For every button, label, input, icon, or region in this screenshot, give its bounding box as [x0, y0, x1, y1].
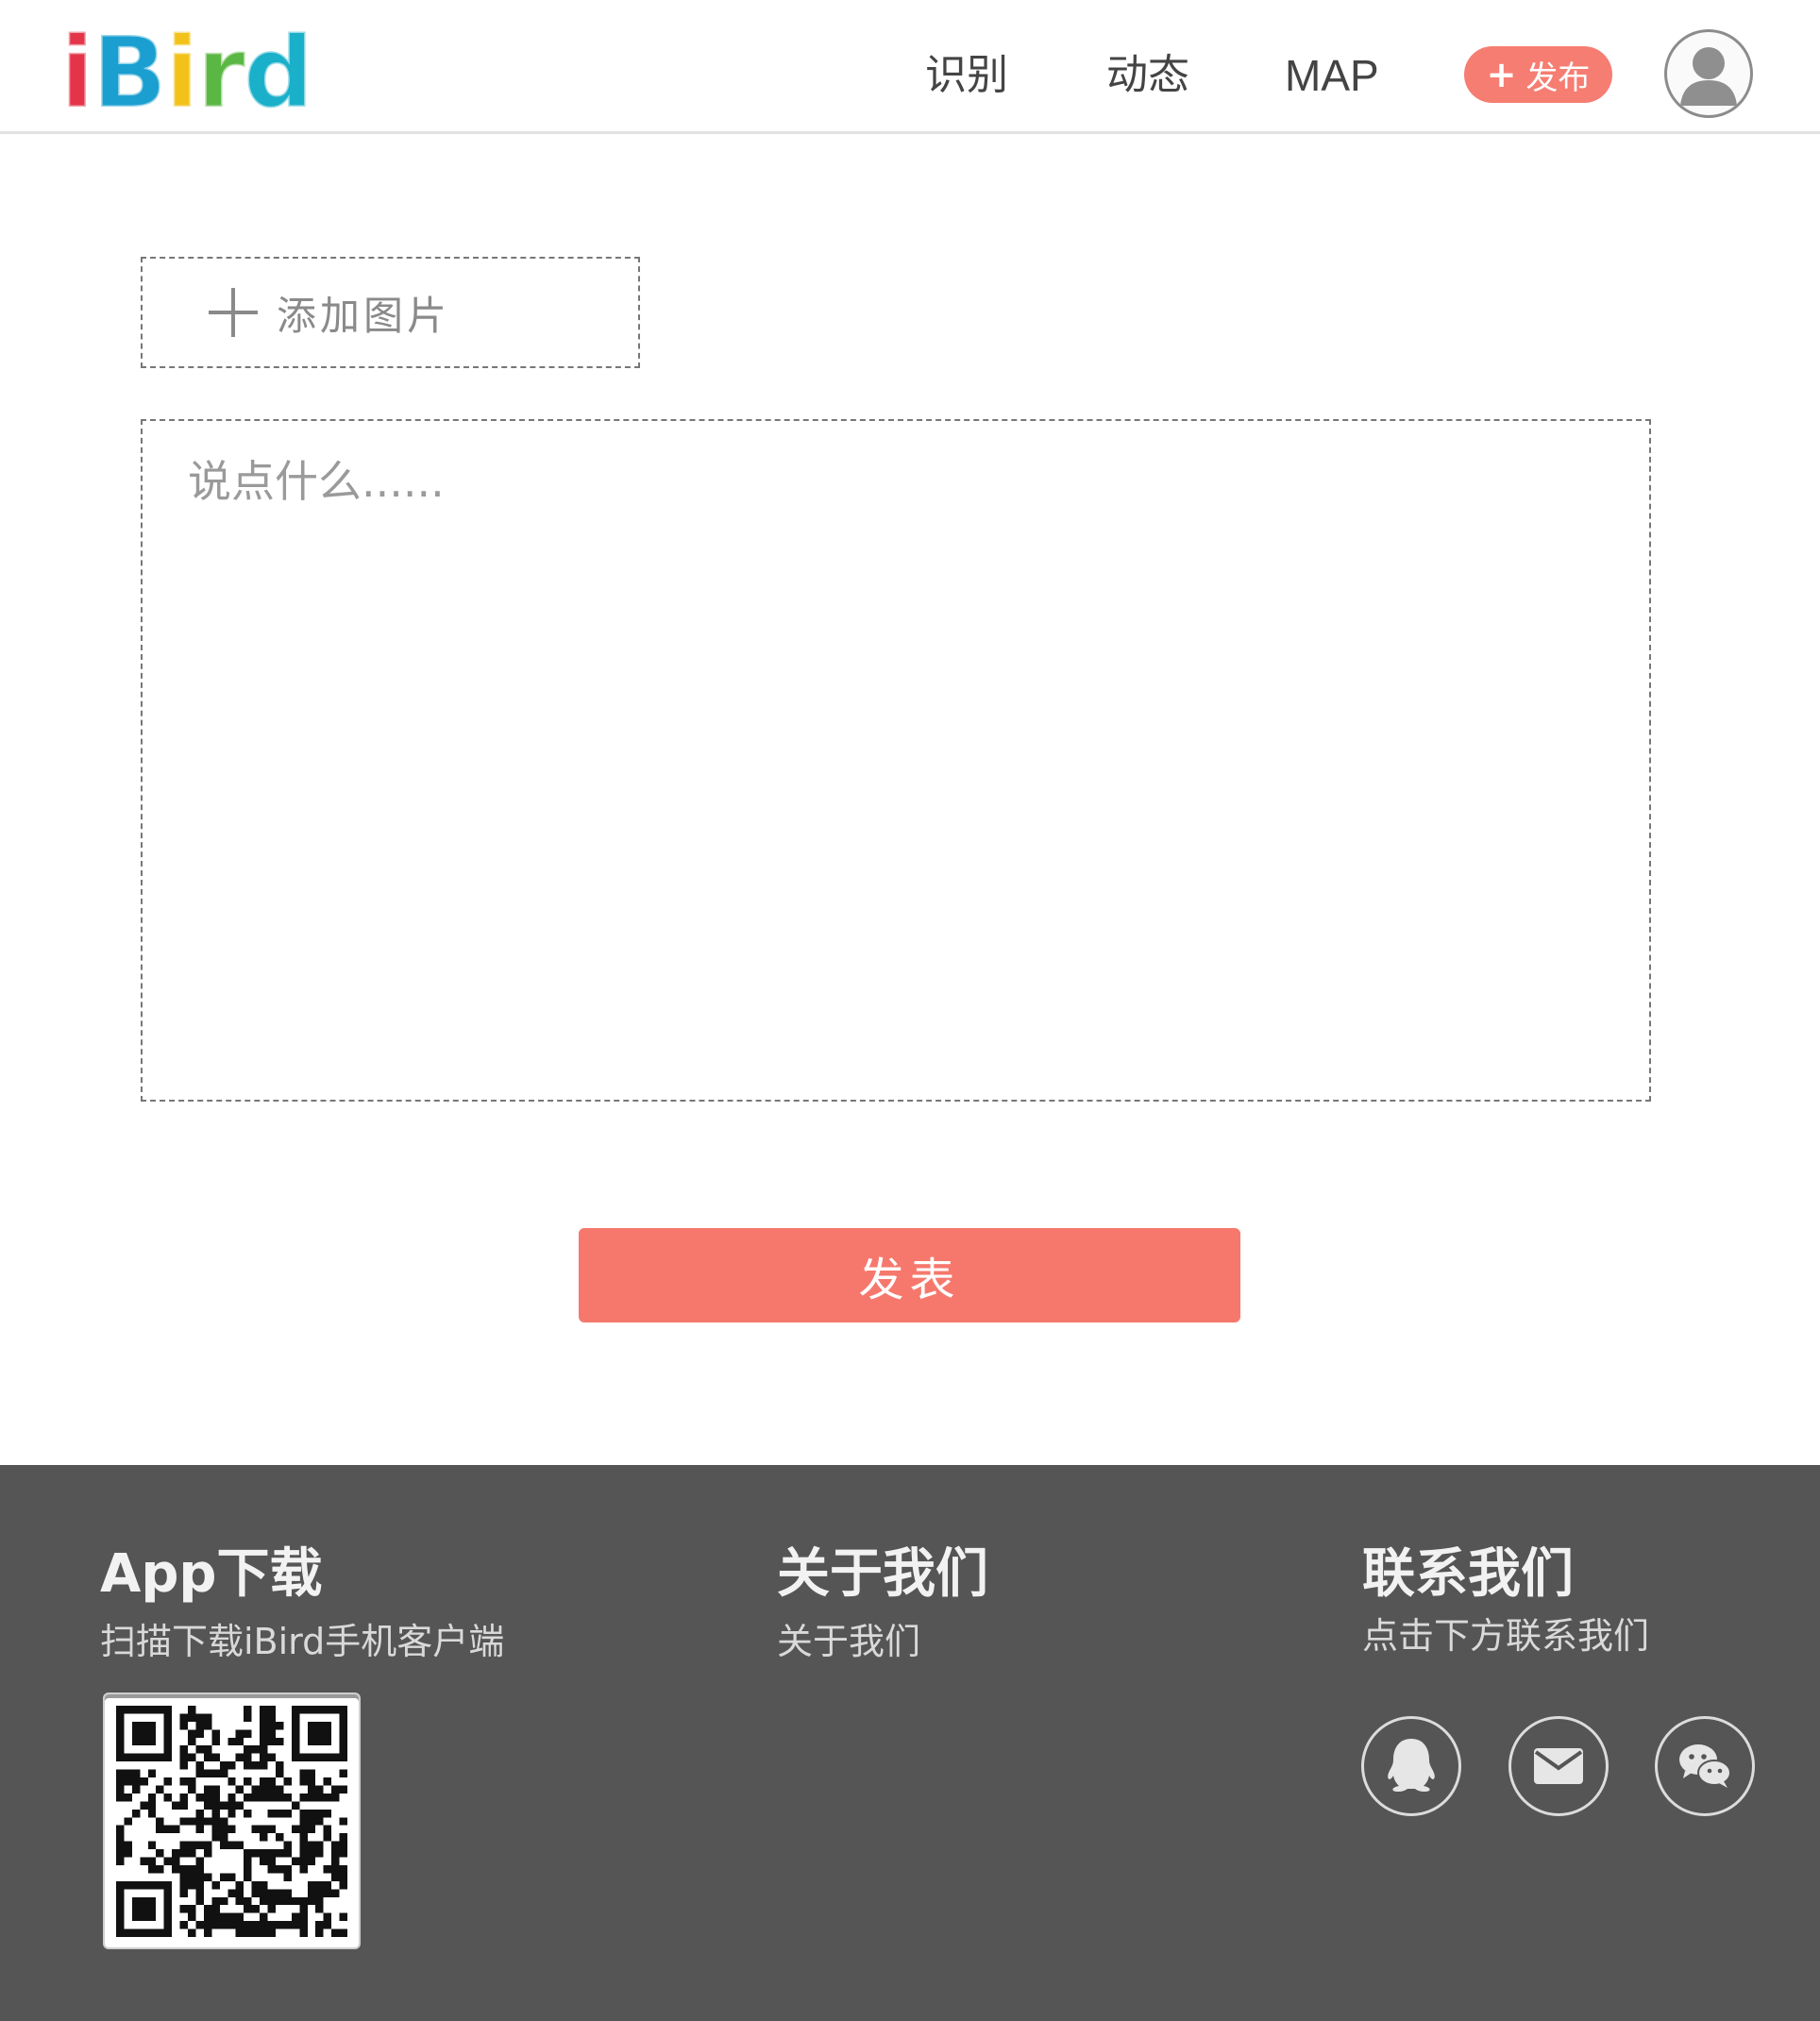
user-icon [1680, 47, 1737, 106]
plus-icon: + [1486, 54, 1517, 95]
footer: App下载 扫描下载iBird手机客户端 关于我们 关于我们 联系我们 点击下方… [0, 1465, 1820, 2021]
post-textarea[interactable] [143, 421, 1649, 1100]
wechat-icon [1679, 1744, 1731, 1788]
submit-post-button[interactable]: 发表 [579, 1228, 1240, 1322]
nav-map[interactable]: MAP [1285, 47, 1379, 104]
qq-icon [1388, 1739, 1435, 1793]
nav-recognize[interactable]: 识别 [925, 47, 1008, 104]
footer-download-title: App下载 [100, 1543, 323, 1605]
footer-contact-title: 联系我们 [1362, 1543, 1574, 1605]
mail-contact-button[interactable] [1508, 1716, 1609, 1816]
footer-download-subtitle: 扫描下载iBird手机客户端 [100, 1621, 505, 1662]
footer-about-title: 关于我们 [777, 1543, 988, 1605]
plus-icon [209, 288, 258, 337]
qq-contact-button[interactable] [1361, 1716, 1461, 1816]
logo-letter: d [242, 15, 314, 130]
publish-label: 发布 [1525, 59, 1591, 97]
footer-contact-subtitle: 点击下方联系我们 [1362, 1615, 1650, 1657]
add-image-button[interactable]: 添加图片 [141, 257, 640, 368]
mail-icon [1534, 1748, 1583, 1784]
page: iBird 识别 动态 MAP + 发布 添加图片 发表 App下载 扫描下载i… [0, 0, 1820, 2021]
wechat-contact-button[interactable] [1655, 1716, 1755, 1816]
top-nav-bar: iBird 识别 动态 MAP + 发布 [0, 0, 1820, 134]
ibird-logo[interactable]: iBird [59, 15, 315, 130]
logo-letter: i [163, 15, 200, 130]
nav-feed[interactable]: 动态 [1106, 47, 1189, 104]
qr-code-icon [116, 1706, 347, 1937]
logo-letter: r [195, 15, 246, 130]
post-text-box [141, 419, 1651, 1102]
footer-about-link[interactable]: 关于我们 [777, 1612, 920, 1664]
logo-letter: i [59, 15, 96, 130]
publish-button[interactable]: + 发布 [1464, 46, 1612, 103]
app-download-qr-code [103, 1693, 361, 1949]
add-image-label: 添加图片 [277, 292, 451, 339]
user-avatar-button[interactable] [1664, 29, 1753, 118]
logo-letter: B [91, 15, 168, 130]
